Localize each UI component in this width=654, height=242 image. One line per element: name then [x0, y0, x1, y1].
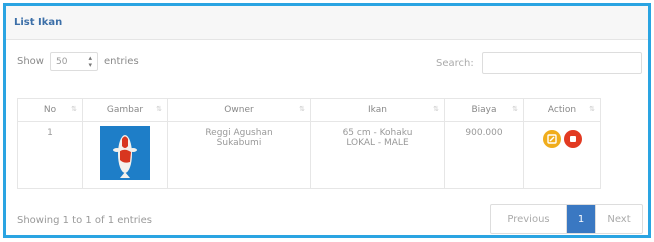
- search-area: Search:: [436, 52, 642, 74]
- sort-icon: ⇅: [589, 105, 595, 113]
- edit-button[interactable]: [542, 130, 561, 148]
- table-header-row: No ⇅ Gambar ⇅ Owner ⇅ Ikan ⇅ Biaya ⇅ Act…: [17, 98, 601, 122]
- ikan-origin-gender: LOKAL - MALE: [346, 138, 409, 148]
- cell-no: 1: [17, 121, 83, 189]
- column-header-owner[interactable]: Owner ⇅: [167, 98, 311, 122]
- panel-title: List Ikan: [14, 17, 63, 28]
- search-label: Search:: [436, 57, 474, 69]
- row-actions: [528, 128, 596, 148]
- sort-icon: ⇅: [433, 105, 439, 113]
- show-label: Show: [17, 56, 44, 67]
- search-input[interactable]: [481, 52, 642, 74]
- sort-icon: ⇅: [156, 105, 162, 113]
- entries-length: Show 50 ▴ ▾ entries: [17, 52, 139, 71]
- koi-fish-image: [100, 126, 150, 180]
- owner-name: Reggi Agushan: [205, 128, 273, 138]
- pagination: Previous 1 Next: [490, 204, 643, 234]
- column-header-no[interactable]: No ⇅: [17, 98, 83, 122]
- table-controls: Show 50 ▴ ▾ entries Search:: [6, 40, 648, 86]
- column-header-gambar[interactable]: Gambar ⇅: [82, 98, 168, 122]
- select-arrows-icon: ▴ ▾: [88, 53, 92, 69]
- owner-city: Sukabumi: [216, 138, 262, 148]
- table-row: 1 Reggi Agushan Sukabumi 65 cm - Kohaku: [17, 121, 601, 189]
- ikan-size-type: 65 cm - Kohaku: [342, 128, 413, 138]
- table-info: Showing 1 to 1 of 1 entries: [17, 215, 152, 226]
- panel-header: List Ikan: [6, 6, 648, 40]
- pagination-next[interactable]: Next: [595, 205, 642, 233]
- cell-owner: Reggi Agushan Sukabumi: [167, 121, 311, 189]
- edit-icon: [546, 134, 557, 144]
- delete-icon: [569, 136, 576, 142]
- sort-icon: ⇅: [512, 105, 518, 113]
- cell-action: [523, 121, 601, 189]
- entries-select-value: 50: [55, 56, 68, 67]
- column-header-biaya[interactable]: Biaya ⇅: [444, 98, 524, 122]
- cell-gambar: [82, 121, 168, 189]
- cell-ikan: 65 cm - Kohaku LOKAL - MALE: [310, 121, 445, 189]
- sort-icon: ⇅: [71, 105, 77, 113]
- sort-icon: ⇅: [299, 105, 305, 113]
- entries-select[interactable]: 50 ▴ ▾: [49, 52, 98, 71]
- column-header-action[interactable]: Action ⇅: [523, 98, 601, 122]
- pagination-previous[interactable]: Previous: [491, 205, 567, 233]
- entries-suffix: entries: [103, 56, 139, 67]
- ikan-table: No ⇅ Gambar ⇅ Owner ⇅ Ikan ⇅ Biaya ⇅ Act…: [17, 98, 601, 189]
- pagination-page-1[interactable]: 1: [567, 205, 595, 233]
- cell-biaya: 900.000: [444, 121, 524, 189]
- delete-button[interactable]: [563, 130, 582, 148]
- column-header-ikan[interactable]: Ikan ⇅: [310, 98, 445, 122]
